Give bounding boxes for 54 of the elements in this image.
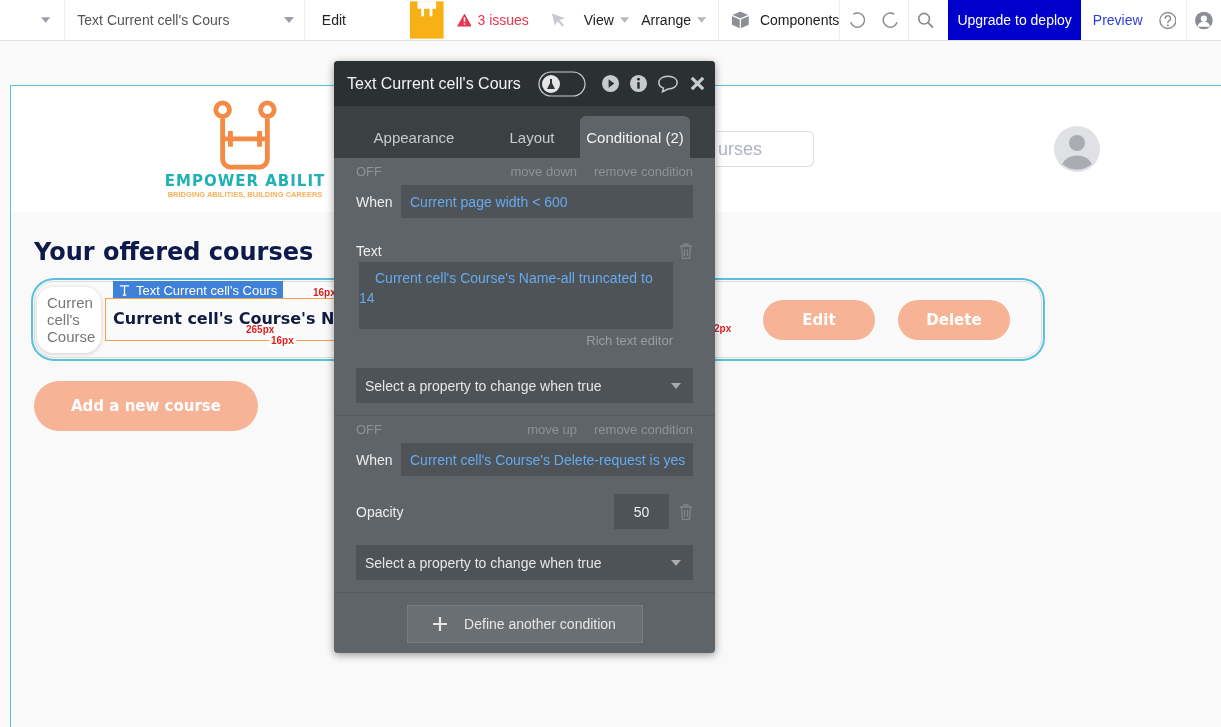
cube-icon[interactable]	[731, 10, 750, 30]
logo-icon	[211, 99, 279, 170]
preview-link[interactable]: Preview	[1092, 12, 1143, 28]
info-icon[interactable]	[629, 74, 648, 93]
property-dropdown[interactable]: Select a property to change when true	[356, 368, 693, 403]
caret-icon	[697, 17, 707, 23]
element-dropdown[interactable]: Text Current cell's Cours	[64, 0, 305, 40]
issues-link[interactable]: 3 issues	[477, 12, 529, 28]
search-field[interactable]: urses	[716, 131, 814, 167]
caret-icon	[283, 17, 294, 23]
property-label: Opacity	[356, 503, 405, 520]
view-menu[interactable]: View	[583, 12, 614, 28]
caret-icon	[619, 17, 630, 23]
panel-tab[interactable]: Appearance	[344, 116, 484, 158]
page-heading: Your offered courses	[34, 238, 314, 266]
avatar-icon[interactable]	[1054, 126, 1100, 172]
property-label: Text	[356, 243, 383, 259]
text-icon	[119, 284, 130, 296]
panel-tab[interactable]: Layout	[484, 116, 580, 158]
flask-toggle[interactable]	[538, 70, 586, 97]
when-label: When	[356, 193, 394, 210]
property-dropdown[interactable]: Select a property to change when true	[356, 545, 693, 580]
caret-icon	[671, 559, 681, 566]
expression-field[interactable]: Current page width < 600	[401, 185, 693, 218]
panel-tab[interactable]: Conditional (2)	[580, 116, 690, 158]
text-value-field[interactable]: Current cell's Course's Name-all truncated to 14	[359, 262, 673, 329]
plus-icon	[433, 617, 448, 631]
when-label: When	[356, 451, 394, 468]
rich-text-editor-link[interactable]: Rich text editor	[586, 333, 673, 348]
panel-title: Text Current cell's Cours	[347, 74, 522, 93]
selection-tag: Text Current cell's Cours	[113, 281, 284, 299]
components-button[interactable]: Components	[759, 12, 840, 28]
app-logo-icon[interactable]	[409, 0, 444, 40]
avatar-icon[interactable]	[1195, 10, 1214, 30]
caret-icon	[671, 382, 681, 389]
upgrade-button[interactable]: Upgrade to deploy	[948, 0, 1081, 40]
measurement-label: 265px	[244, 324, 277, 335]
help-icon[interactable]	[1158, 10, 1177, 30]
measurement-label: 16px	[269, 335, 296, 346]
warning-icon	[456, 13, 472, 27]
undo-icon[interactable]	[848, 10, 866, 30]
comment-icon[interactable]	[657, 74, 679, 93]
search-icon[interactable]	[916, 10, 935, 30]
edit-menu[interactable]: Edit	[321, 12, 346, 28]
caret-icon[interactable]	[41, 17, 51, 23]
close-icon[interactable]	[688, 74, 707, 93]
redo-icon[interactable]	[882, 10, 900, 30]
play-icon[interactable]	[601, 74, 620, 93]
define-condition-button[interactable]: Define another condition	[406, 605, 643, 643]
number-field[interactable]: 50	[614, 494, 669, 529]
course-thumbnail: Curren cell's Course	[37, 286, 101, 353]
arrange-menu[interactable]: Arrange	[641, 12, 691, 28]
expression-field[interactable]: Current cell's Course's Delete-request is yes	[401, 443, 693, 476]
logo-name: EMPOWER ABILIT	[164, 171, 326, 190]
